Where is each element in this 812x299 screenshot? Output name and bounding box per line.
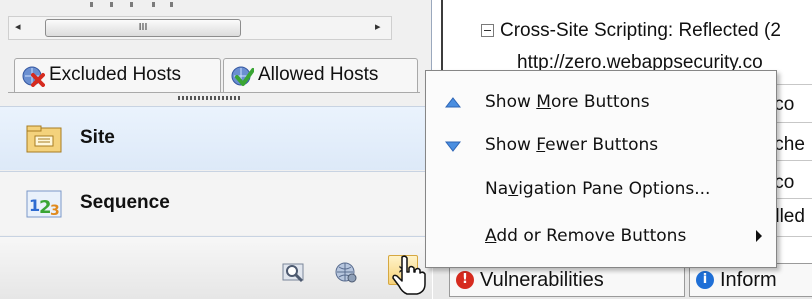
red-alert-icon: ! <box>456 271 474 289</box>
menu-item-show-fewer-buttons[interactable]: Show Fewer Buttons <box>428 126 774 166</box>
nav-button-sequence[interactable]: 1 2 3 Sequence <box>0 171 432 235</box>
collapse-icon[interactable] <box>481 24 494 37</box>
magnifier-icon[interactable] <box>282 261 306 283</box>
menu-item-show-more-buttons[interactable]: Show More Buttons <box>428 83 774 123</box>
submenu-arrow-icon <box>756 230 762 242</box>
tab-divider <box>8 92 420 93</box>
menu-item-label: Show More Buttons <box>485 92 650 112</box>
tab-label: Excluded Hosts <box>49 64 182 85</box>
menu-item-label: Navigation Pane Options... <box>485 179 711 199</box>
tab-allowed-hosts[interactable]: Allowed Hosts <box>223 58 418 92</box>
overflow-button-bar: » <box>0 236 432 299</box>
scroll-right-icon[interactable]: ▸ <box>375 20 381 33</box>
tab-label: Vulnerabilities <box>480 269 604 291</box>
menu-item-navigation-pane-options[interactable]: Navigation Pane Options... <box>428 170 774 210</box>
vulnerability-group-row[interactable]: Cross-Site Scripting: Reflected (2 <box>481 20 781 42</box>
navigation-pane: ◂ III ▸ Excluded Hosts Allowed Hosts Sit… <box>0 0 432 299</box>
scroll-thumb[interactable]: III <box>45 19 241 37</box>
globe-gear-icon[interactable] <box>334 261 358 283</box>
tab-vulnerabilities[interactable]: ! Vulnerabilities <box>449 263 685 297</box>
menu-item-label: Add or Remove Buttons <box>485 226 687 246</box>
arrow-down-icon <box>445 141 461 152</box>
menu-item-label: Show Fewer Buttons <box>485 135 659 155</box>
nav-button-label: Sequence <box>80 192 170 213</box>
vulnerability-group-label: Cross-Site Scripting: Reflected (2 <box>500 20 781 41</box>
scroll-left-icon[interactable]: ◂ <box>15 20 21 33</box>
tab-label: Inform <box>720 269 777 291</box>
tree-remnant <box>80 0 200 8</box>
tab-label: Allowed Hosts <box>258 64 379 85</box>
allowed-hosts-icon <box>231 66 254 86</box>
splitter-grip[interactable] <box>178 96 242 100</box>
horizontal-scrollbar[interactable]: ◂ III ▸ <box>8 16 392 40</box>
navigation-pane-menu: Show More Buttons Show Fewer Buttons Nav… <box>425 70 777 268</box>
excluded-hosts-icon <box>22 66 45 87</box>
arrow-up-icon <box>445 97 461 108</box>
blue-info-icon: i <box>696 271 714 289</box>
menu-item-add-or-remove-buttons[interactable]: Add or Remove Buttons <box>428 217 774 257</box>
nav-button-site[interactable]: Site <box>0 106 432 170</box>
nav-button-label: Site <box>80 127 115 148</box>
tab-information[interactable]: i Inform <box>689 263 812 297</box>
hand-cursor-icon <box>392 255 426 295</box>
bottom-tab-strip: ! Vulnerabilities i Inform <box>433 263 812 299</box>
svg-text:3: 3 <box>50 203 60 218</box>
sequence-123-icon: 1 2 3 <box>26 190 62 218</box>
site-folder-icon <box>26 125 62 153</box>
tab-excluded-hosts[interactable]: Excluded Hosts <box>14 58 221 92</box>
